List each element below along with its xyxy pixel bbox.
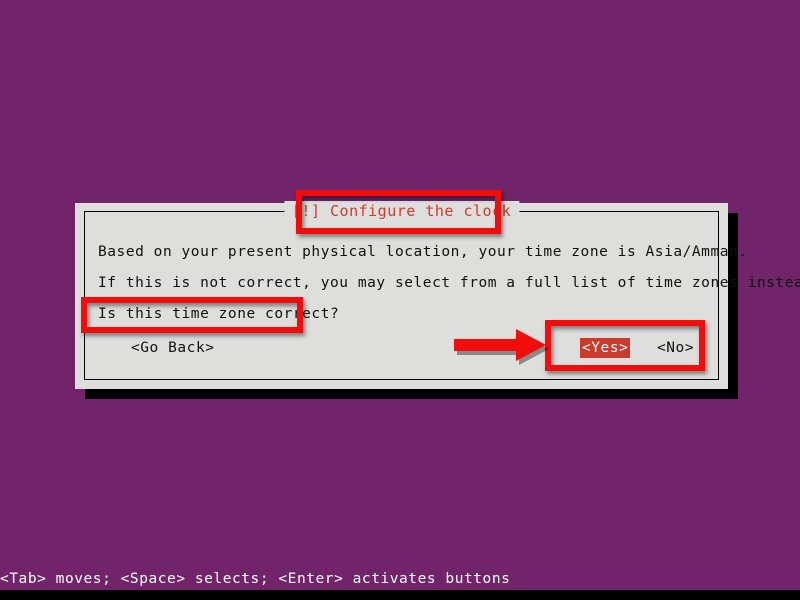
dialog-inner-frame: [!] Configure the clock Based on your pr…: [84, 201, 800, 380]
configure-clock-dialog: [!] Configure the clock Based on your pr…: [75, 201, 800, 389]
dialog-text-line-2: If this is not correct, you may select f…: [98, 275, 800, 291]
go-back-button[interactable]: <Go Back>: [129, 338, 217, 358]
dialog-question-text: Is this time zone correct?: [98, 306, 340, 322]
bottom-black-strip: [0, 590, 800, 600]
dialog-title: [!] Configure the clock: [283, 201, 520, 222]
installer-screen: [!] Configure the clock Based on your pr…: [0, 0, 800, 600]
keyboard-help-statusbar: <Tab> moves; <Space> selects; <Enter> ac…: [0, 571, 511, 587]
yes-button[interactable]: <Yes>: [580, 338, 631, 358]
no-button[interactable]: <No>: [655, 338, 696, 358]
dialog-text-line-1: Based on your present physical location,…: [98, 244, 748, 260]
